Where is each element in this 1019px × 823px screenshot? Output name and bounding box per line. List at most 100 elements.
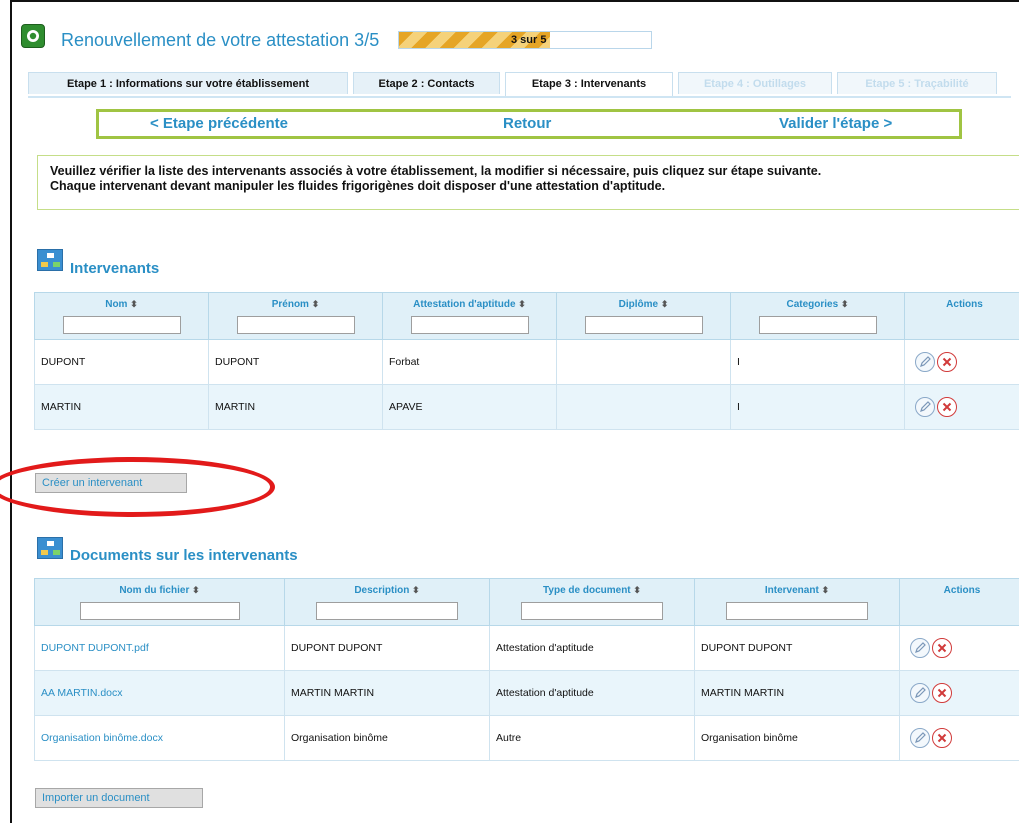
tab-etape-1[interactable]: Etape 1 : Informations sur votre établis… [28, 72, 348, 94]
delete-x-icon[interactable] [932, 728, 952, 748]
column-header-intervenant[interactable]: Intervenant ⬍ [694, 578, 900, 626]
column-header-actions: Actions [904, 292, 1019, 340]
column-header-attestation[interactable]: Attestation d'aptitude ⬍ [382, 292, 557, 340]
window-frame-left [10, 0, 12, 823]
instructions-line-2: Chaque intervenant devant manipuler les … [50, 179, 666, 193]
cell-diplome [556, 384, 731, 430]
cell-prenom: DUPONT [208, 339, 383, 385]
table-row: AA MARTIN.docx MARTIN MARTIN Attestation… [34, 670, 1019, 716]
intervenants-table: Nom ⬍ Prénom ⬍ Attestation d'aptitude ⬍ … [34, 292, 1019, 430]
sort-icon: ⬍ [633, 585, 641, 595]
intervenants-section-title: Intervenants [70, 260, 160, 277]
filter-description-input[interactable] [316, 602, 458, 620]
header-label: Diplôme [618, 299, 659, 310]
delete-x-icon[interactable] [937, 352, 957, 372]
edit-pencil-icon[interactable] [915, 397, 935, 417]
filter-prenom-input[interactable] [236, 316, 355, 334]
window-frame-top [10, 0, 1019, 2]
progress-bar: 3 sur 5 [398, 31, 652, 49]
cell-description: DUPONT DUPONT [284, 625, 490, 671]
edit-pencil-icon[interactable] [910, 728, 930, 748]
edit-pencil-icon[interactable] [915, 352, 935, 372]
org-chart-icon [37, 249, 63, 271]
column-header-nom-fichier[interactable]: Nom du fichier ⬍ [34, 578, 285, 626]
sort-icon: ⬍ [311, 299, 320, 309]
cell-intervenant: Organisation binôme [694, 715, 900, 761]
cell-actions [904, 339, 1019, 385]
column-header-type-document[interactable]: Type de document ⬍ [489, 578, 695, 626]
instructions-box: Veuillez vérifier la liste des intervena… [37, 155, 1019, 210]
sort-icon: ⬍ [660, 299, 669, 309]
delete-x-icon[interactable] [932, 683, 952, 703]
cell-type: Attestation d'aptitude [489, 670, 695, 716]
column-header-prenom[interactable]: Prénom ⬍ [208, 292, 383, 340]
edit-pencil-icon[interactable] [910, 683, 930, 703]
column-header-diplome[interactable]: Diplôme ⬍ [556, 292, 731, 340]
step-navigation: < Etape précédente Retour Valider l'étap… [96, 109, 962, 139]
cell-prenom: MARTIN [208, 384, 383, 430]
column-header-description[interactable]: Description ⬍ [284, 578, 490, 626]
column-header-nom[interactable]: Nom ⬍ [34, 292, 209, 340]
previous-step-link[interactable]: < Etape précédente [150, 112, 288, 136]
cell-actions [904, 384, 1019, 430]
header-label: Attestation d'aptitude [413, 299, 516, 310]
step-tabs: Etape 1 : Informations sur votre établis… [28, 72, 1011, 98]
column-header-categories[interactable]: Categories ⬍ [730, 292, 905, 340]
file-link[interactable]: Organisation binôme.docx [34, 715, 285, 761]
table-row: MARTIN MARTIN APAVE I [34, 384, 1019, 430]
tab-etape-4: Etape 4 : Outillages [678, 72, 832, 94]
header-label: Prénom [271, 299, 309, 310]
delete-x-icon[interactable] [932, 638, 952, 658]
table-row: Organisation binôme.docx Organisation bi… [34, 715, 1019, 761]
file-link[interactable]: DUPONT DUPONT.pdf [34, 625, 285, 671]
documents-table: Nom du fichier ⬍ Description ⬍ Type de d… [34, 578, 1019, 761]
cell-attestation: Forbat [382, 339, 557, 385]
cell-actions [899, 625, 1019, 671]
header-label: Type de document [543, 585, 631, 596]
cell-nom: MARTIN [34, 384, 209, 430]
column-header-actions: Actions [899, 578, 1019, 626]
table-row: DUPONT DUPONT Forbat I [34, 339, 1019, 385]
cell-categories: I [730, 339, 905, 385]
sort-icon: ⬍ [518, 299, 526, 309]
validate-step-link[interactable]: Valider l'étape > [779, 112, 892, 136]
header-label: Nom du fichier [119, 585, 190, 596]
filter-intervenant-input[interactable] [726, 602, 868, 620]
cell-type: Attestation d'aptitude [489, 625, 695, 671]
filter-nom-fichier-input[interactable] [79, 602, 240, 620]
back-link[interactable]: Retour [503, 112, 551, 136]
filter-diplome-input[interactable] [584, 316, 703, 334]
cell-type: Autre [489, 715, 695, 761]
filter-categories-input[interactable] [758, 316, 877, 334]
header-label: Intervenant [764, 585, 819, 596]
import-document-button[interactable]: Importer un document [35, 788, 203, 808]
instructions-line-1: Veuillez vérifier la liste des intervena… [50, 164, 822, 178]
file-link[interactable]: AA MARTIN.docx [34, 670, 285, 716]
filter-type-input[interactable] [521, 602, 663, 620]
sort-icon: ⬍ [192, 585, 200, 595]
page-title: Renouvellement de votre attestation 3/5 [61, 30, 380, 50]
sort-icon: ⬍ [840, 299, 849, 309]
app-logo-icon [21, 24, 45, 48]
cell-description: Organisation binôme [284, 715, 490, 761]
tab-etape-3[interactable]: Etape 3 : Intervenants [505, 72, 673, 96]
tab-etape-2[interactable]: Etape 2 : Contacts [353, 72, 500, 94]
edit-pencil-icon[interactable] [910, 638, 930, 658]
delete-x-icon[interactable] [937, 397, 957, 417]
cell-diplome [556, 339, 731, 385]
org-chart-icon [37, 537, 63, 559]
header-label: Nom [105, 299, 128, 310]
filter-nom-input[interactable] [62, 316, 181, 334]
cell-intervenant: MARTIN MARTIN [694, 670, 900, 716]
cell-attestation: APAVE [382, 384, 557, 430]
highlight-ellipse-annotation [0, 457, 275, 517]
progress-label: 3 sur 5 [511, 34, 547, 46]
tab-etape-5: Etape 5 : Traçabilité [837, 72, 997, 94]
cell-nom: DUPONT [34, 339, 209, 385]
cell-description: MARTIN MARTIN [284, 670, 490, 716]
header-label: Description [354, 585, 410, 596]
filter-attestation-input[interactable] [410, 316, 529, 334]
cell-categories: I [730, 384, 905, 430]
documents-section-title: Documents sur les intervenants [70, 547, 298, 564]
sort-icon: ⬍ [412, 585, 420, 595]
